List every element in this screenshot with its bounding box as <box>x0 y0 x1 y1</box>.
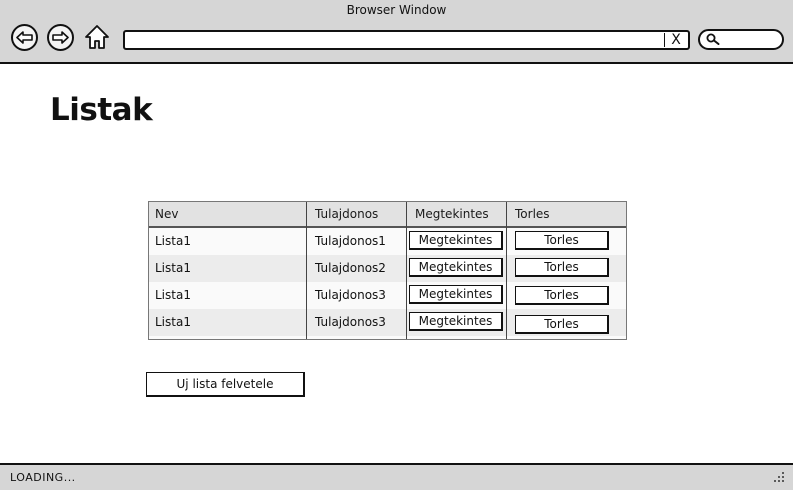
cell-name: Lista1 <box>155 288 191 302</box>
header-nev: Nev <box>155 207 179 221</box>
page-title: Listak <box>50 92 153 128</box>
cell-owner: Tulajdonos3 <box>315 315 386 329</box>
delete-button[interactable]: Torles <box>515 231 609 250</box>
cell-owner: Tulajdonos2 <box>315 261 386 275</box>
column-divider <box>306 202 307 339</box>
table-row: Lista1 Tulajdonos3 Megtekintes Torles <box>149 309 626 336</box>
table-row: Lista1 Tulajdonos2 Megtekintes Torles <box>149 255 626 282</box>
window-title: Browser Window <box>346 3 447 17</box>
back-button[interactable] <box>11 24 38 51</box>
delete-button[interactable]: Torles <box>515 286 609 305</box>
header-tulajdonos: Tulajdonos <box>315 207 379 221</box>
resize-grip-icon[interactable] <box>773 471 785 483</box>
view-button[interactable]: Megtekintes <box>409 312 503 331</box>
view-button[interactable]: Megtekintes <box>409 258 503 277</box>
lists-table: Nev Tulajdonos Megtekintes Torles Lista1… <box>148 201 627 340</box>
home-icon <box>85 25 109 49</box>
header-megtekintes: Megtekintes <box>415 207 489 221</box>
cell-owner: Tulajdonos1 <box>315 234 386 248</box>
delete-button[interactable]: Torles <box>515 315 609 334</box>
home-button[interactable] <box>84 24 110 50</box>
address-bar[interactable]: X <box>123 30 690 50</box>
delete-button[interactable]: Torles <box>515 258 609 277</box>
browser-toolbar: Browser Window X <box>0 0 793 64</box>
search-icon <box>706 33 720 45</box>
new-list-button[interactable]: Uj lista felvetele <box>146 372 305 397</box>
column-divider <box>506 202 507 339</box>
address-clear-button[interactable]: X <box>664 32 686 48</box>
forward-arrow-icon <box>52 31 69 44</box>
table-row: Lista1 Tulajdonos3 Megtekintes Torles <box>149 282 626 309</box>
table-row: Lista1 Tulajdonos1 Megtekintes Torles <box>149 228 626 255</box>
cell-owner: Tulajdonos3 <box>315 288 386 302</box>
search-input[interactable] <box>698 29 784 50</box>
status-bar: LOADING... <box>0 463 793 490</box>
cell-name: Lista1 <box>155 315 191 329</box>
column-divider <box>406 202 407 339</box>
table-header: Nev Tulajdonos Megtekintes Torles <box>149 202 626 228</box>
cell-name: Lista1 <box>155 234 191 248</box>
header-torles: Torles <box>515 207 550 221</box>
browser-window: Browser Window X Listak Nev Tulajdonos M… <box>0 0 793 490</box>
back-arrow-icon <box>16 31 33 44</box>
forward-button[interactable] <box>47 24 74 51</box>
cell-name: Lista1 <box>155 261 191 275</box>
view-button[interactable]: Megtekintes <box>409 285 503 304</box>
status-text: LOADING... <box>10 471 76 484</box>
view-button[interactable]: Megtekintes <box>409 231 503 250</box>
